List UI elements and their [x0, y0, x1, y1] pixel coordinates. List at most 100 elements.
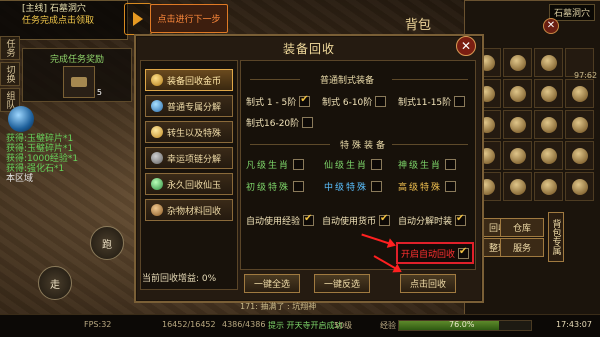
opt-auto-exp[interactable]: 自动使用经验: [246, 213, 315, 227]
bag-slot[interactable]: [565, 172, 594, 201]
opt-tier-6-10[interactable]: 制式 6-10阶: [322, 95, 387, 108]
auto-recycle-label: 开启自动回收: [400, 249, 455, 260]
checkbox[interactable]: [293, 159, 305, 170]
checkbox[interactable]: [379, 213, 391, 226]
checkbox[interactable]: [299, 94, 311, 107]
opt-tier-11-15[interactable]: 制式11-15阶: [398, 95, 466, 108]
exp-percent: 76.0%: [449, 320, 475, 329]
run-button[interactable]: 跑: [90, 226, 124, 260]
quest-reward-panel: 完成任务奖励 5: [22, 48, 132, 102]
fps-readout: FPS:32: [84, 320, 112, 329]
checkbox[interactable]: [445, 181, 457, 192]
checkbox[interactable]: [293, 181, 305, 192]
opt-label: 制式16-20阶: [246, 119, 300, 129]
quest-arrow-icon[interactable]: [124, 3, 152, 35]
chat-line: 获得:玉璧碎片*1: [6, 134, 74, 144]
divider: [250, 79, 300, 80]
exp-label: 经验: [380, 321, 396, 330]
opt-label: 高级特殊: [398, 183, 443, 193]
bag-slot[interactable]: [503, 110, 532, 139]
category-necklace[interactable]: 幸运项链分解: [145, 147, 233, 169]
bag-slot[interactable]: [503, 79, 532, 108]
bag-slot[interactable]: [534, 48, 563, 77]
checkbox[interactable]: [371, 181, 383, 192]
opt-auto-currency[interactable]: 自动使用货币: [322, 213, 391, 227]
opt-label: 凡级生肖: [246, 161, 291, 171]
hint-message: 提示 开天寺开启成功: [268, 321, 343, 330]
buff-orb-icon[interactable]: [8, 106, 34, 132]
checkbox[interactable]: [445, 159, 457, 170]
dialog-close-icon[interactable]: ✕: [456, 36, 476, 56]
bag-slot[interactable]: [534, 172, 563, 201]
opt-zodiac-mortal[interactable]: 凡级生肖: [246, 158, 305, 171]
bag-slot[interactable]: [534, 110, 563, 139]
opt-label: 自动分解时装: [398, 217, 453, 227]
select-all-button[interactable]: 一键全选: [244, 274, 300, 293]
bag-slot[interactable]: [503, 48, 532, 77]
dialog-title: 装备回收: [282, 42, 335, 56]
bag-close-icon[interactable]: ✕: [543, 18, 559, 34]
checkbox[interactable]: [302, 117, 314, 128]
bag-slot[interactable]: [565, 141, 594, 170]
opt-tier-1-5[interactable]: 制式 1 - 5阶: [246, 94, 311, 108]
category-jade[interactable]: 永久回收仙玉: [145, 173, 233, 195]
quest-tracker[interactable]: [主线] 石墓洞穴 任务完成点击领取: [0, 0, 128, 40]
opt-label: 神级生肖: [398, 161, 443, 171]
opt-auto-fashion[interactable]: 自动分解时装: [398, 213, 467, 227]
bag-warehouse-button[interactable]: 仓库: [500, 218, 544, 237]
gem-icon: [151, 100, 163, 112]
bag-title: 背包: [404, 18, 431, 33]
chat-line: 获得:强化石*1: [6, 164, 65, 174]
bag-slot[interactable]: [534, 79, 563, 108]
category-list: 装备回收金币 普通专属分解 转生以及特殊 幸运项链分解 永久回收仙玉 杂物材料回…: [140, 60, 238, 290]
category-exclusive[interactable]: 普通专属分解: [145, 95, 233, 117]
recycle-gain: 当前回收增益: 0%: [142, 274, 217, 284]
opt-special-high[interactable]: 高级特殊: [398, 180, 457, 193]
opt-label: 制式 1 - 5阶: [246, 98, 297, 108]
recycle-button[interactable]: 点击回收: [400, 274, 456, 293]
section-special-title: 特殊装备: [340, 141, 389, 151]
opt-zodiac-god[interactable]: 神级生肖: [398, 158, 457, 171]
opt-label: 制式11-15阶: [398, 98, 452, 108]
auto-recycle-toggle[interactable]: 开启自动回收: [396, 242, 474, 264]
divider: [392, 79, 468, 80]
invert-selection-button[interactable]: 一键反选: [314, 274, 370, 293]
level-readout: 50级: [334, 321, 353, 330]
next-step-button[interactable]: 点击进行下一步: [150, 4, 228, 33]
category-gold[interactable]: 装备回收金币: [145, 69, 233, 91]
checkbox[interactable]: [303, 213, 315, 226]
checkbox[interactable]: [375, 96, 387, 107]
bag-slot[interactable]: [565, 110, 594, 139]
category-misc[interactable]: 杂物材料回收: [145, 199, 233, 221]
opt-special-basic[interactable]: 初级特殊: [246, 180, 305, 193]
opt-tier-16-20[interactable]: 制式16-20阶: [246, 116, 314, 129]
opt-special-mid[interactable]: 中级特殊: [324, 180, 383, 193]
side-tab-switch[interactable]: 切换: [0, 62, 20, 86]
reward-item-slot[interactable]: 5: [63, 66, 102, 98]
chat-log: 获得:玉璧碎片*1 获得:玉璧碎片*1 获得:1000经验*1 获得:强化石*1…: [6, 134, 78, 184]
checkbox[interactable]: [371, 159, 383, 170]
bag-slot[interactable]: [534, 141, 563, 170]
side-tab-quest[interactable]: 任务: [0, 36, 20, 60]
reward-count: 5: [96, 88, 102, 97]
bag-service-button[interactable]: 服务: [500, 238, 544, 257]
checkbox[interactable]: [455, 213, 467, 226]
bag-slot[interactable]: [503, 141, 532, 170]
bag-slot[interactable]: [503, 172, 532, 201]
walk-button[interactable]: 走: [38, 266, 72, 300]
quest-title: [主线] 石墓洞穴: [22, 4, 86, 14]
chat-line: 获得:1000经验*1: [6, 154, 79, 164]
opt-zodiac-immortal[interactable]: 仙级生肖: [324, 158, 383, 171]
opt-label: 自动使用经验: [246, 217, 301, 227]
checkbox[interactable]: [458, 246, 469, 259]
category-rebirth[interactable]: 转生以及特殊: [145, 121, 233, 143]
chat-region-note: 本区域: [6, 174, 34, 184]
section-normal-title: 普通制式装备: [320, 76, 375, 86]
bag-exclusive-tab[interactable]: 背包专属: [548, 212, 564, 262]
category-label: 杂物材料回收: [167, 206, 222, 217]
category-label: 普通专属分解: [167, 102, 222, 113]
bag-slot[interactable]: [565, 79, 594, 108]
clock: 17:43:07: [556, 320, 592, 329]
left-side-tabs: 任务 切换 组队: [0, 36, 20, 114]
checkbox[interactable]: [454, 96, 466, 107]
